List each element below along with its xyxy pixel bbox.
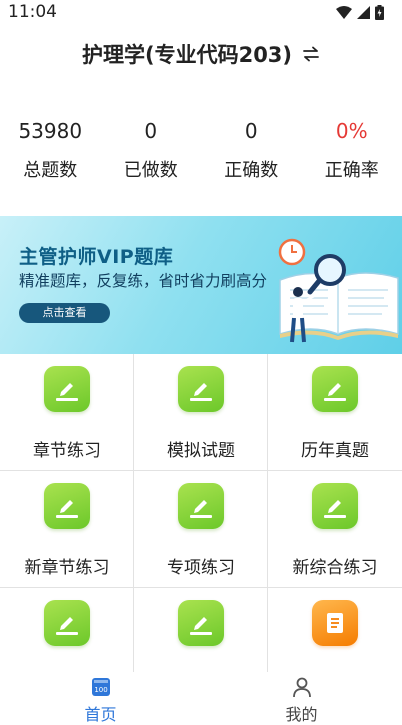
stat-done: 0 已做数 (101, 116, 202, 192)
grid-item-new-chapter-practice[interactable]: 新章节练习 (0, 471, 134, 588)
switch-icon[interactable] (302, 45, 320, 63)
grid-item-label: 历年真题 (301, 441, 369, 461)
pencil-icon (312, 366, 358, 412)
stat-rate: 0% 正确率 (302, 116, 402, 192)
grid-item-label: 模拟试题 (167, 441, 235, 461)
header: 护理学(专业代码203) (0, 34, 402, 74)
book-magnifier-illustration (278, 238, 399, 343)
grid-item-row3-3[interactable] (268, 588, 402, 672)
home-icon: 100 (91, 678, 110, 696)
grid-item-mock-exam[interactable]: 模拟试题 (134, 354, 268, 471)
user-icon (292, 677, 311, 698)
banner-title: 主管护师VIP题库 (19, 246, 174, 268)
stat-done-label: 已做数 (123, 160, 178, 181)
document-icon (312, 600, 358, 646)
pencil-icon (44, 483, 90, 529)
grid-item-row3-1[interactable] (0, 588, 134, 672)
nav-mine-label: 我的 (285, 705, 318, 724)
pencil-icon (44, 366, 90, 412)
grid-item-label: 新综合练习 (292, 558, 378, 578)
page-title: 护理学(专业代码203) (81, 43, 293, 67)
bottom-nav: 100 首页 我的 (0, 672, 402, 725)
stat-total-value: 53980 (18, 119, 83, 143)
feature-grid: 章节练习 模拟试题 历年真题 新章节练习 专项练习 新综合练习 (0, 354, 402, 672)
grid-item-label: 章节练习 (33, 441, 101, 461)
grid-item-chapter-practice[interactable]: 章节练习 (0, 354, 134, 471)
stat-total: 53980 总题数 (0, 116, 101, 192)
stat-rate-label: 正确率 (324, 160, 379, 181)
pencil-icon (44, 600, 90, 646)
stat-correct: 0 正确数 (201, 116, 302, 192)
banner-subtitle: 精准题库，反复练，省时省力刷高分 (19, 272, 268, 290)
grid-item-topic-practice[interactable]: 专项练习 (134, 471, 268, 588)
stats-panel: 53980 总题数 0 已做数 0 正确数 0% 正确率 (0, 116, 402, 192)
battery-icon (375, 5, 384, 20)
pencil-icon (178, 366, 224, 412)
pencil-icon (312, 483, 358, 529)
status-time: 11:04 (8, 2, 57, 22)
nav-home-label: 首页 (84, 705, 117, 724)
signal-icon (357, 6, 370, 19)
status-bar: 11:04 (0, 0, 402, 26)
grid-item-past-exams[interactable]: 历年真题 (268, 354, 402, 471)
grid-item-label: 专项练习 (167, 558, 235, 578)
pencil-icon (178, 483, 224, 529)
stat-done-value: 0 (144, 119, 158, 143)
grid-item-label: 新章节练习 (24, 558, 110, 578)
stat-correct-value: 0 (244, 119, 258, 143)
nav-home[interactable]: 100 首页 (0, 672, 201, 725)
wifi-icon (336, 6, 352, 19)
banner-view-button[interactable]: 点击查看 (19, 303, 110, 323)
grid-item-row3-2[interactable] (134, 588, 268, 672)
pencil-icon (178, 600, 224, 646)
grid-item-new-comprehensive-practice[interactable]: 新综合练习 (268, 471, 402, 588)
nav-mine[interactable]: 我的 (201, 672, 402, 725)
svg-text:100: 100 (94, 686, 107, 694)
vip-banner[interactable]: 主管护师VIP题库 精准题库，反复练，省时省力刷高分 点击查看 (0, 216, 402, 354)
stat-total-label: 总题数 (23, 160, 78, 181)
status-icons (336, 5, 384, 20)
stat-correct-label: 正确数 (224, 160, 279, 181)
stat-rate-value: 0% (335, 119, 368, 143)
